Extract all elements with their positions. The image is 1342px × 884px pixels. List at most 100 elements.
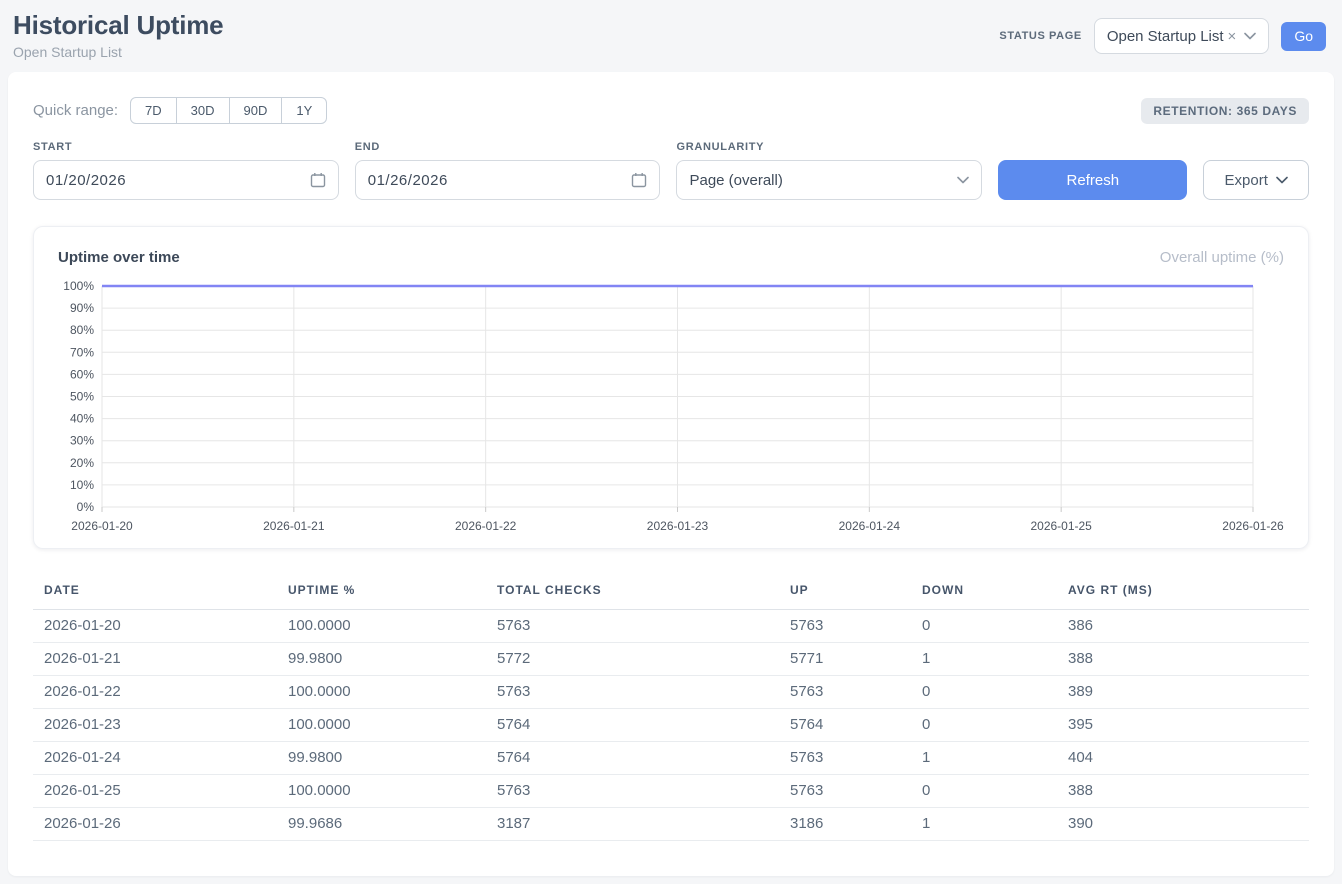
table-cell: 5763 bbox=[779, 742, 911, 775]
table-cell: 0 bbox=[911, 676, 1057, 709]
quick-range-30d-button[interactable]: 30D bbox=[176, 97, 230, 124]
main-panel: Quick range: 7D 30D 90D 1Y RETENTION: 36… bbox=[8, 72, 1334, 876]
chart-title: Uptime over time bbox=[58, 249, 180, 266]
column-header-avg-rt: AVG RT (MS) bbox=[1057, 573, 1309, 610]
table-cell: 2026-01-22 bbox=[33, 676, 277, 709]
y-axis-tick-label: 50% bbox=[70, 390, 94, 404]
column-header-date: DATE bbox=[33, 573, 277, 610]
table-cell: 5771 bbox=[779, 643, 911, 676]
table-cell: 100.0000 bbox=[277, 676, 486, 709]
table-cell: 5763 bbox=[486, 610, 779, 643]
table-cell: 388 bbox=[1057, 643, 1309, 676]
calendar-icon[interactable] bbox=[631, 172, 647, 188]
table-cell: 1 bbox=[911, 808, 1057, 841]
table-cell: 5763 bbox=[486, 775, 779, 808]
granularity-field: GRANULARITY Page (overall) bbox=[676, 141, 982, 200]
x-axis-tick-label: 2026-01-22 bbox=[455, 519, 517, 533]
y-axis-tick-label: 20% bbox=[70, 456, 94, 470]
uptime-chart-svg: 0% 10% 20% 30% 40% 50% 60% 70% 80% 90% 100% 2026-01… bbox=[58, 278, 1286, 540]
table-cell: 386 bbox=[1057, 610, 1309, 643]
y-axis-tick-label: 0% bbox=[77, 500, 95, 514]
page-header: Historical Uptime Open Startup List STAT… bbox=[0, 0, 1342, 72]
end-date-label: END bbox=[355, 141, 661, 153]
table-cell: 99.9800 bbox=[277, 742, 486, 775]
end-date-field: END 01/26/2026 bbox=[355, 141, 661, 200]
y-axis-tick-label: 70% bbox=[70, 345, 94, 359]
status-page-select[interactable]: Open Startup List × bbox=[1094, 18, 1270, 54]
table-row: 2026-01-2199.9800577257711388 bbox=[33, 643, 1309, 676]
export-button-label: Export bbox=[1225, 172, 1268, 189]
table-cell: 0 bbox=[911, 709, 1057, 742]
table-row: 2026-01-23100.0000576457640395 bbox=[33, 709, 1309, 742]
y-axis-tick-label: 30% bbox=[70, 434, 94, 448]
table-cell: 5763 bbox=[779, 676, 911, 709]
x-axis-tick-label: 2026-01-24 bbox=[839, 519, 901, 533]
clear-icon[interactable]: × bbox=[1228, 28, 1237, 45]
quick-range-1y-button[interactable]: 1Y bbox=[281, 97, 327, 124]
quick-range-group: Quick range: 7D 30D 90D 1Y bbox=[33, 97, 327, 124]
chevron-down-icon bbox=[1244, 32, 1256, 40]
y-axis-tick-label: 60% bbox=[70, 367, 94, 381]
table-cell: 100.0000 bbox=[277, 709, 486, 742]
table-cell: 2026-01-24 bbox=[33, 742, 277, 775]
table-cell: 5764 bbox=[779, 709, 911, 742]
start-date-input[interactable]: 01/20/2026 bbox=[33, 160, 339, 200]
column-header-up: UP bbox=[779, 573, 911, 610]
y-axis-tick-label: 90% bbox=[70, 301, 94, 315]
table-row: 2026-01-2699.9686318731861390 bbox=[33, 808, 1309, 841]
y-axis-tick-label: 80% bbox=[70, 323, 94, 337]
table-cell: 395 bbox=[1057, 709, 1309, 742]
granularity-value: Page (overall) bbox=[689, 172, 782, 189]
table-row: 2026-01-22100.0000576357630389 bbox=[33, 676, 1309, 709]
granularity-label: GRANULARITY bbox=[676, 141, 982, 153]
chart-header: Uptime over time Overall uptime (%) bbox=[58, 249, 1284, 266]
calendar-icon[interactable] bbox=[310, 172, 326, 188]
table-cell: 99.9800 bbox=[277, 643, 486, 676]
column-header-total-checks: TOTAL CHECKS bbox=[486, 573, 779, 610]
y-axis-tick-label: 10% bbox=[70, 478, 94, 492]
granularity-select[interactable]: Page (overall) bbox=[676, 160, 982, 200]
quick-range-row: Quick range: 7D 30D 90D 1Y RETENTION: 36… bbox=[33, 97, 1309, 124]
start-date-value: 01/20/2026 bbox=[46, 172, 126, 189]
quick-range-7d-button[interactable]: 7D bbox=[130, 97, 177, 124]
end-date-input[interactable]: 01/26/2026 bbox=[355, 160, 661, 200]
table-cell: 5764 bbox=[486, 709, 779, 742]
header-controls: STATUS PAGE Open Startup List × Go bbox=[999, 18, 1326, 54]
table-cell: 388 bbox=[1057, 775, 1309, 808]
column-header-down: DOWN bbox=[911, 573, 1057, 610]
y-axis-tick-label: 100% bbox=[63, 279, 94, 293]
x-axis-tick-label: 2026-01-20 bbox=[71, 519, 133, 533]
table-cell: 0 bbox=[911, 610, 1057, 643]
quick-range-label: Quick range: bbox=[33, 102, 118, 119]
table-row: 2026-01-20100.0000576357630386 bbox=[33, 610, 1309, 643]
refresh-button[interactable]: Refresh bbox=[998, 160, 1187, 200]
uptime-table: DATE UPTIME % TOTAL CHECKS UP DOWN AVG R… bbox=[33, 573, 1309, 841]
table-cell: 3187 bbox=[486, 808, 779, 841]
table-cell: 390 bbox=[1057, 808, 1309, 841]
table-header-row: DATE UPTIME % TOTAL CHECKS UP DOWN AVG R… bbox=[33, 573, 1309, 610]
uptime-table-body: 2026-01-20100.00005763576303862026-01-21… bbox=[33, 610, 1309, 841]
y-axis-tick-label: 40% bbox=[70, 412, 94, 426]
table-cell: 1 bbox=[911, 742, 1057, 775]
table-cell: 5764 bbox=[486, 742, 779, 775]
go-button[interactable]: Go bbox=[1281, 22, 1326, 51]
start-date-label: START bbox=[33, 141, 339, 153]
table-cell: 389 bbox=[1057, 676, 1309, 709]
quick-range-90d-button[interactable]: 90D bbox=[229, 97, 283, 124]
filter-fields-row: START 01/20/2026 END 01/26/2026 bbox=[33, 141, 1309, 200]
table-cell: 5772 bbox=[486, 643, 779, 676]
export-button[interactable]: Export bbox=[1203, 160, 1309, 200]
table-row: 2026-01-2499.9800576457631404 bbox=[33, 742, 1309, 775]
table-cell: 99.9686 bbox=[277, 808, 486, 841]
table-cell: 5763 bbox=[486, 676, 779, 709]
table-cell: 2026-01-25 bbox=[33, 775, 277, 808]
table-cell: 404 bbox=[1057, 742, 1309, 775]
x-axis-tick-label: 2026-01-21 bbox=[263, 519, 325, 533]
chevron-down-icon bbox=[957, 176, 969, 184]
quick-range-buttons: 7D 30D 90D 1Y bbox=[130, 97, 327, 124]
table-cell: 100.0000 bbox=[277, 610, 486, 643]
title-block: Historical Uptime Open Startup List bbox=[13, 10, 223, 60]
uptime-table-head: DATE UPTIME % TOTAL CHECKS UP DOWN AVG R… bbox=[33, 573, 1309, 610]
chevron-down-icon bbox=[1276, 176, 1288, 184]
status-page-select-value: Open Startup List bbox=[1107, 28, 1224, 45]
